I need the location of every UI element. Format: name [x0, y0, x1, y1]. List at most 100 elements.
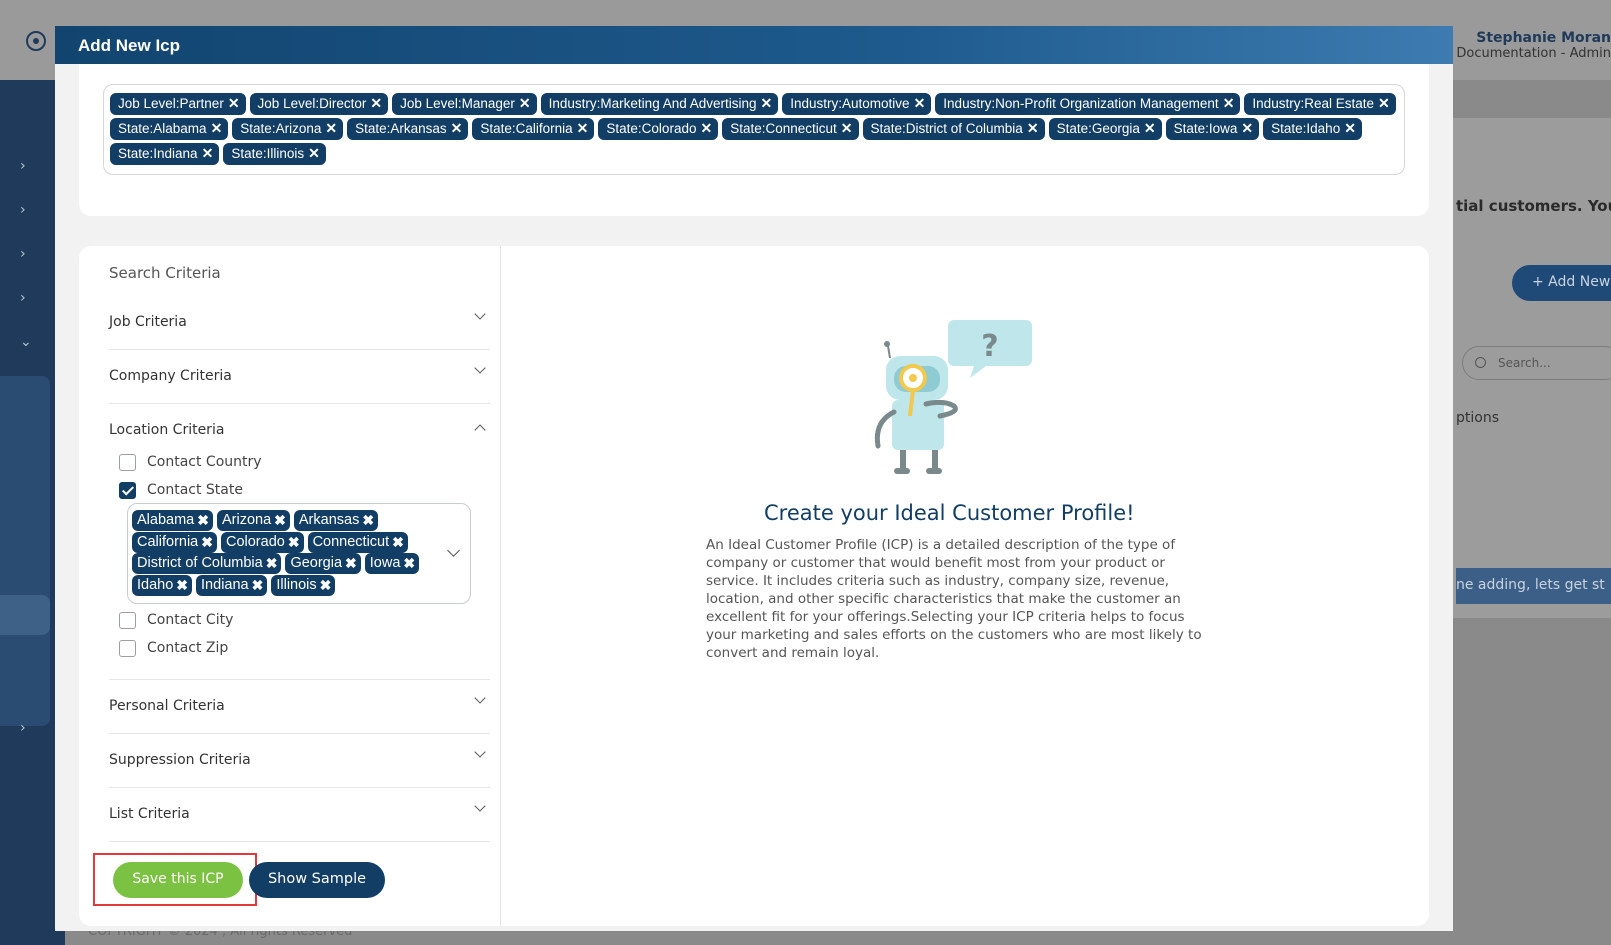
job-criteria-accordion[interactable]: Job Criteria — [109, 296, 490, 350]
remove-tag-icon[interactable]: ✕ — [308, 146, 320, 161]
selected-tag-chip: State:Indiana ✕ — [110, 143, 220, 165]
robot-bubble-text: ? — [981, 329, 998, 364]
remove-state-icon[interactable]: ✖ — [201, 534, 213, 550]
selected-tag-chip: State:Alabama ✕ — [110, 118, 229, 140]
selected-tag-chip: State:California ✕ — [472, 118, 595, 140]
state-chip: Indiana ✖ — [196, 574, 268, 596]
accordion-label: Job Criteria — [109, 314, 187, 330]
tag-label: Industry:Non-Profit Organization Managem… — [943, 96, 1219, 111]
selected-tag-chip: Job Level:Manager ✕ — [392, 93, 537, 115]
contact-state-option[interactable]: Contact State — [119, 479, 243, 501]
contact-country-checkbox[interactable] — [119, 453, 136, 471]
remove-tag-icon[interactable]: ✕ — [519, 96, 531, 111]
remove-state-icon[interactable]: ✖ — [252, 577, 264, 593]
tag-label: Job Level:Manager — [400, 96, 515, 111]
search-criteria-title: Search Criteria — [109, 264, 221, 282]
target-icon[interactable] — [26, 31, 46, 51]
company-criteria-accordion[interactable]: Company Criteria — [109, 350, 490, 404]
state-label: Alabama — [137, 512, 195, 528]
remove-tag-icon[interactable]: ✕ — [202, 146, 214, 161]
remove-tag-icon[interactable]: ✕ — [1223, 96, 1235, 111]
remove-state-icon[interactable]: ✖ — [197, 512, 209, 528]
remove-state-icon[interactable]: ✖ — [288, 534, 300, 550]
chevron-right-icon[interactable]: › — [20, 246, 26, 262]
state-label: Arkansas — [298, 512, 360, 528]
selected-tag-chip: State:Iowa ✕ — [1165, 118, 1260, 140]
criteria-card: Search Criteria Job Criteria Company Cri… — [79, 246, 1429, 926]
selected-tag-chip: State:Illinois ✕ — [223, 143, 326, 165]
tag-label: State:Arkansas — [355, 121, 447, 136]
remove-state-icon[interactable]: ✖ — [274, 512, 286, 528]
remove-tag-icon[interactable]: ✕ — [228, 96, 240, 111]
tag-label: Job Level:Partner — [118, 96, 224, 111]
chevron-right-icon[interactable]: › — [20, 202, 26, 218]
list-criteria-accordion[interactable]: List Criteria — [109, 788, 490, 842]
state-label: District of Columbia — [137, 555, 263, 571]
state-label: Iowa — [369, 555, 401, 571]
remove-tag-icon[interactable]: ✕ — [577, 121, 589, 136]
sidebar-active-group — [0, 376, 50, 726]
state-multiselect[interactable]: Alabama ✖ Arizona ✖ Arkansas ✖ California ✖ Colo… — [127, 503, 471, 604]
tag-label: State:Illinois — [231, 146, 305, 161]
accordion-label: Company Criteria — [109, 368, 232, 384]
remove-tag-icon[interactable]: ✕ — [1144, 121, 1156, 136]
remove-state-icon[interactable]: ✖ — [362, 512, 374, 528]
show-sample-button[interactable]: Show Sample — [249, 862, 385, 898]
background-intro-text: tial customers. You — [1456, 197, 1611, 215]
remove-tag-icon[interactable]: ✕ — [1344, 121, 1356, 136]
selected-tag-chip: State:Idaho ✕ — [1263, 118, 1362, 140]
contact-city-checkbox[interactable] — [119, 611, 136, 629]
user-name: Stephanie Moran — [1476, 30, 1611, 46]
remove-tag-icon[interactable]: ✕ — [1241, 121, 1253, 136]
accordion-label: Suppression Criteria — [109, 752, 251, 768]
selected-tag-chip: Industry:Non-Profit Organization Managem… — [935, 93, 1241, 115]
user-info[interactable]: Stephanie Moran Documentation - Admin — [1456, 30, 1611, 61]
contact-zip-checkbox[interactable] — [119, 639, 136, 657]
contact-zip-option[interactable]: Contact Zip — [119, 637, 228, 659]
state-chip: California ✖ — [132, 531, 217, 553]
remove-state-icon[interactable]: ✖ — [403, 555, 415, 571]
tag-label: State:Colorado — [606, 121, 697, 136]
add-new-button[interactable]: + Add New — [1512, 265, 1611, 301]
selected-tag-chip: State:Colorado ✕ — [598, 118, 719, 140]
remove-tag-icon[interactable]: ✕ — [451, 121, 463, 136]
remove-state-icon[interactable]: ✖ — [320, 577, 332, 593]
remove-tag-icon[interactable]: ✕ — [1378, 96, 1390, 111]
background-search-input[interactable]: Search... — [1462, 346, 1611, 380]
remove-tag-icon[interactable]: ✕ — [325, 121, 337, 136]
contact-country-option[interactable]: Contact Country — [119, 451, 262, 473]
modal-title: Add New Icp — [55, 26, 1453, 64]
selected-tags-card: Job Level:Partner ✕ Job Level:Director ✕ Job… — [79, 64, 1429, 216]
state-chip: Georgia ✖ — [285, 553, 361, 574]
selected-tag-chip: State:Georgia ✕ — [1048, 118, 1162, 140]
tag-label: Industry:Real Estate — [1252, 96, 1374, 111]
chevron-right-icon[interactable]: › — [20, 158, 26, 174]
remove-tag-icon[interactable]: ✕ — [761, 96, 773, 111]
remove-tag-icon[interactable]: ✕ — [914, 96, 926, 111]
selected-tag-chip: State:Arkansas ✕ — [347, 118, 469, 140]
suppression-criteria-accordion[interactable]: Suppression Criteria — [109, 734, 490, 788]
sidebar-active-item[interactable] — [0, 595, 50, 635]
cta-description: An Ideal Customer Profile (ICP) is a det… — [706, 537, 1202, 661]
remove-state-icon[interactable]: ✖ — [176, 577, 188, 593]
remove-tag-icon[interactable]: ✕ — [211, 121, 223, 136]
contact-state-checkbox[interactable] — [119, 481, 136, 499]
chevron-right-icon[interactable]: › — [20, 720, 26, 736]
remove-state-icon[interactable]: ✖ — [345, 555, 357, 571]
chevron-down-icon[interactable] — [447, 544, 460, 557]
remove-tag-icon[interactable]: ✕ — [1027, 121, 1039, 136]
chevron-down-icon — [474, 308, 486, 320]
remove-state-icon[interactable]: ✖ — [266, 555, 278, 571]
chevron-right-icon[interactable]: › — [20, 290, 26, 306]
background-banner: ne adding, lets get st — [1456, 568, 1611, 604]
chevron-down-icon[interactable]: ⌄ — [20, 334, 32, 350]
remove-tag-icon[interactable]: ✕ — [370, 96, 382, 111]
remove-tag-icon[interactable]: ✕ — [700, 121, 712, 136]
save-icp-button[interactable]: Save this ICP — [113, 862, 243, 898]
personal-criteria-accordion[interactable]: Personal Criteria — [109, 680, 490, 734]
state-label: Idaho — [137, 576, 174, 593]
remove-tag-icon[interactable]: ✕ — [841, 121, 853, 136]
contact-city-option[interactable]: Contact City — [119, 609, 233, 631]
remove-state-icon[interactable]: ✖ — [392, 534, 404, 550]
selected-tag-chip: State:Connecticut ✕ — [722, 118, 859, 140]
